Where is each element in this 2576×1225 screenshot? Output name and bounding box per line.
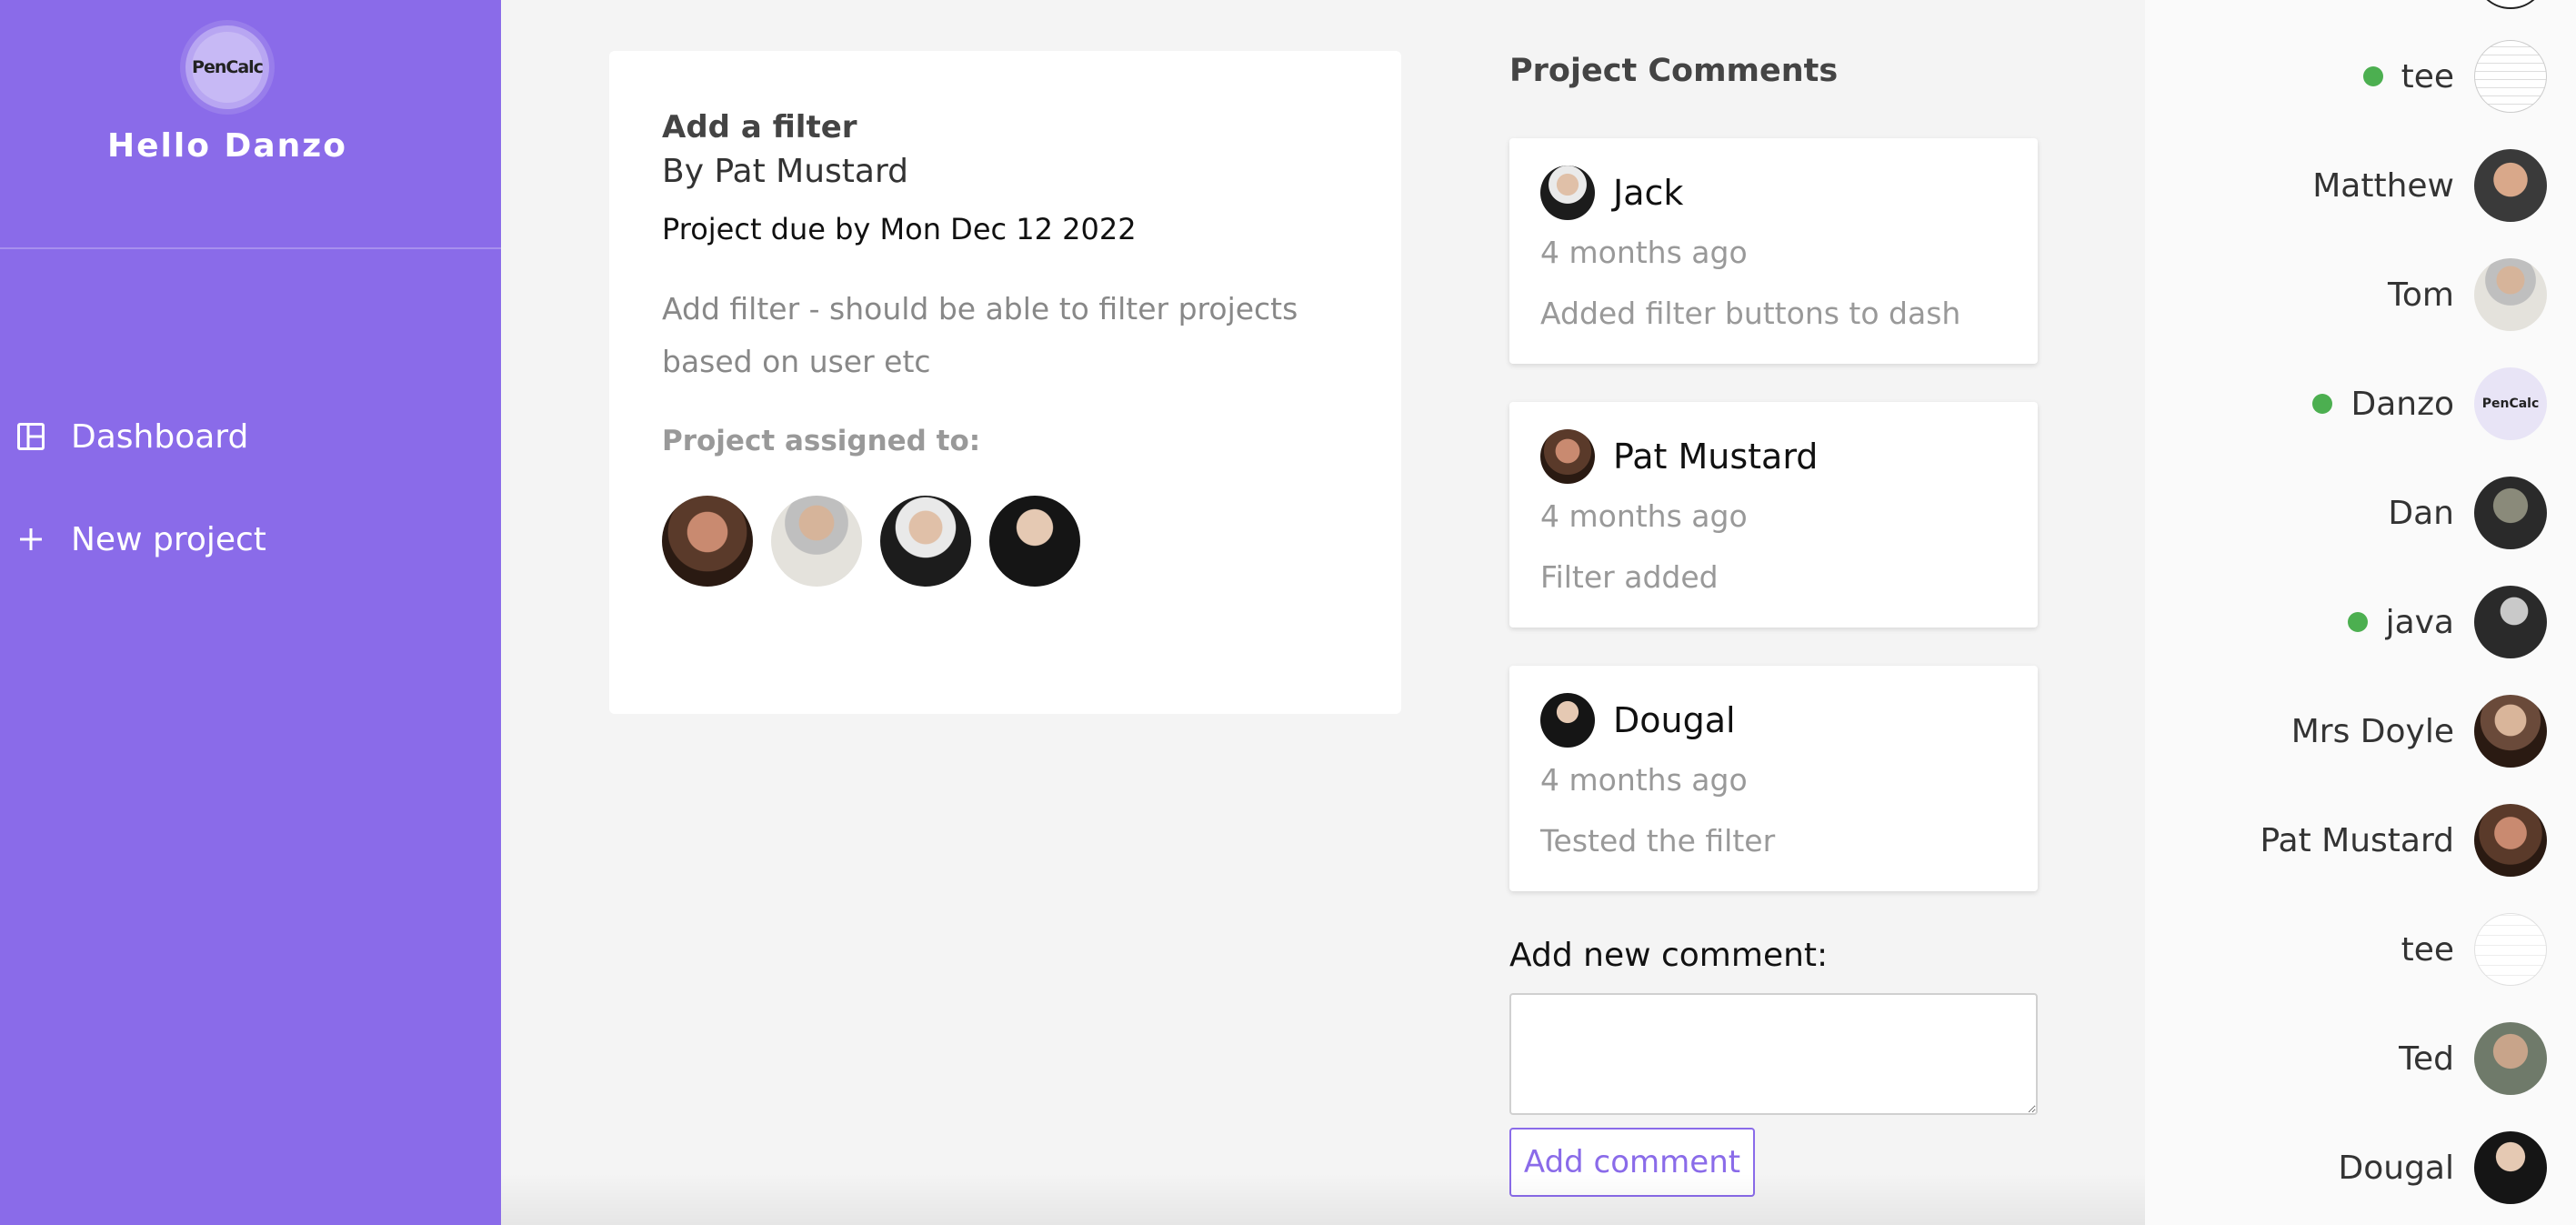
user-item[interactable]: Dougal (2339, 1130, 2547, 1206)
comment-avatar (1540, 166, 1595, 220)
user-avatar (2474, 477, 2547, 549)
assignee-list (662, 496, 1348, 587)
bottom-shadow (501, 1173, 2145, 1225)
assignee-avatar[interactable] (880, 496, 971, 587)
comment-header: Jack (1540, 166, 2007, 220)
comment-card: Dougal 4 months ago Tested the filter (1509, 666, 2038, 891)
greeting: Hello Danzo (107, 127, 347, 165)
sidebar-nav: Dashboard New project (15, 409, 266, 615)
comment-author: Pat Mustard (1613, 437, 1819, 477)
comment-text: Added filter buttons to dash (1540, 296, 1961, 331)
online-indicator (2312, 394, 2333, 414)
user-avatar (2474, 586, 2547, 658)
comments-title: Project Comments (1509, 53, 1839, 89)
user-item[interactable]: Mrs Doyle (2291, 693, 2547, 769)
project-description: Add filter - should be able to filter pr… (662, 291, 1298, 379)
comment-card: Jack 4 months ago Added filter buttons t… (1509, 138, 2038, 364)
project-author: By Pat Mustard (662, 153, 908, 190)
assignee-avatar[interactable] (771, 496, 862, 587)
project-card: Add a filter By Pat Mustard Project due … (609, 51, 1401, 714)
comment-avatar (1540, 429, 1595, 484)
user-item[interactable]: Matthew (2312, 147, 2547, 224)
user-name: Tom (2388, 276, 2454, 314)
user-item[interactable]: tee (2362, 38, 2547, 115)
online-indicator (2362, 66, 2383, 86)
user-name: java (2385, 603, 2454, 641)
user-avatar (2474, 695, 2547, 768)
user-item[interactable]: Dan (2388, 475, 2547, 551)
user-item[interactable]: Tom (2388, 256, 2547, 333)
user-name: Pat Mustard (2260, 821, 2454, 859)
user-item[interactable]: Ted (2399, 1020, 2547, 1097)
comment-header: Dougal (1540, 693, 2007, 748)
comment-header: Pat Mustard (1540, 429, 2007, 484)
users-panel: tee Matthew Tom Danzo PenCalc Dan java M… (2145, 0, 2576, 1225)
nav-dashboard-label: Dashboard (71, 417, 249, 456)
user-name: Dougal (2338, 1149, 2454, 1187)
comment-time: 4 months ago (1540, 762, 1748, 798)
logo-text: PenCalc (192, 32, 264, 103)
comment-avatar (1540, 693, 1595, 748)
user-name: Dan (2388, 494, 2454, 532)
assignee-avatar[interactable] (989, 496, 1080, 587)
user-name: Danzo (2350, 385, 2454, 423)
comment-author: Dougal (1613, 700, 1736, 740)
new-comment-input[interactable] (1509, 993, 2038, 1115)
online-indicator (2347, 612, 2368, 632)
new-comment-label: Add new comment: (1509, 937, 1829, 974)
user-avatar (2474, 258, 2547, 331)
user-avatar (2474, 40, 2547, 113)
user-item[interactable]: Danzo PenCalc (2312, 366, 2547, 442)
user-avatar (2474, 1131, 2547, 1204)
plus-icon (20, 528, 42, 550)
comment-text: Filter added (1540, 559, 1719, 595)
nav-new-project-label: New project (71, 520, 266, 558)
project-due-date: Project due by Mon Dec 12 2022 (662, 212, 1137, 246)
project-title: Add a filter (662, 109, 857, 146)
comment-text: Tested the filter (1540, 823, 1776, 859)
comment-time: 4 months ago (1540, 235, 1748, 270)
user-avatar (2474, 1022, 2547, 1095)
user-item[interactable]: tee (2401, 911, 2547, 988)
user-avatar-partial (2474, 0, 2547, 9)
nav-new-project[interactable]: New project (15, 512, 266, 567)
comment-card: Pat Mustard 4 months ago Filter added (1509, 402, 2038, 628)
app-logo[interactable]: PenCalc (185, 25, 269, 109)
dashboard-icon (17, 423, 45, 450)
user-avatar: PenCalc (2474, 367, 2547, 440)
user-item[interactable]: java (2347, 584, 2547, 660)
user-name: Ted (2399, 1039, 2454, 1078)
user-name: Mrs Doyle (2290, 712, 2454, 750)
sidebar-divider (0, 247, 501, 249)
user-name: tee (2401, 930, 2454, 969)
project-assigned-label: Project assigned to: (662, 425, 981, 457)
user-avatar (2474, 913, 2547, 986)
comment-author: Jack (1613, 173, 1684, 213)
comment-time: 4 months ago (1540, 498, 1748, 534)
user-name: Matthew (2312, 166, 2454, 205)
user-name: tee (2401, 57, 2454, 95)
assignee-avatar[interactable] (662, 496, 753, 587)
sidebar: PenCalc Hello Danzo Dashboard New projec… (0, 0, 501, 1225)
user-avatar (2474, 804, 2547, 877)
nav-dashboard[interactable]: Dashboard (15, 409, 266, 464)
user-item[interactable]: Pat Mustard (2260, 802, 2547, 879)
user-avatar (2474, 149, 2547, 222)
